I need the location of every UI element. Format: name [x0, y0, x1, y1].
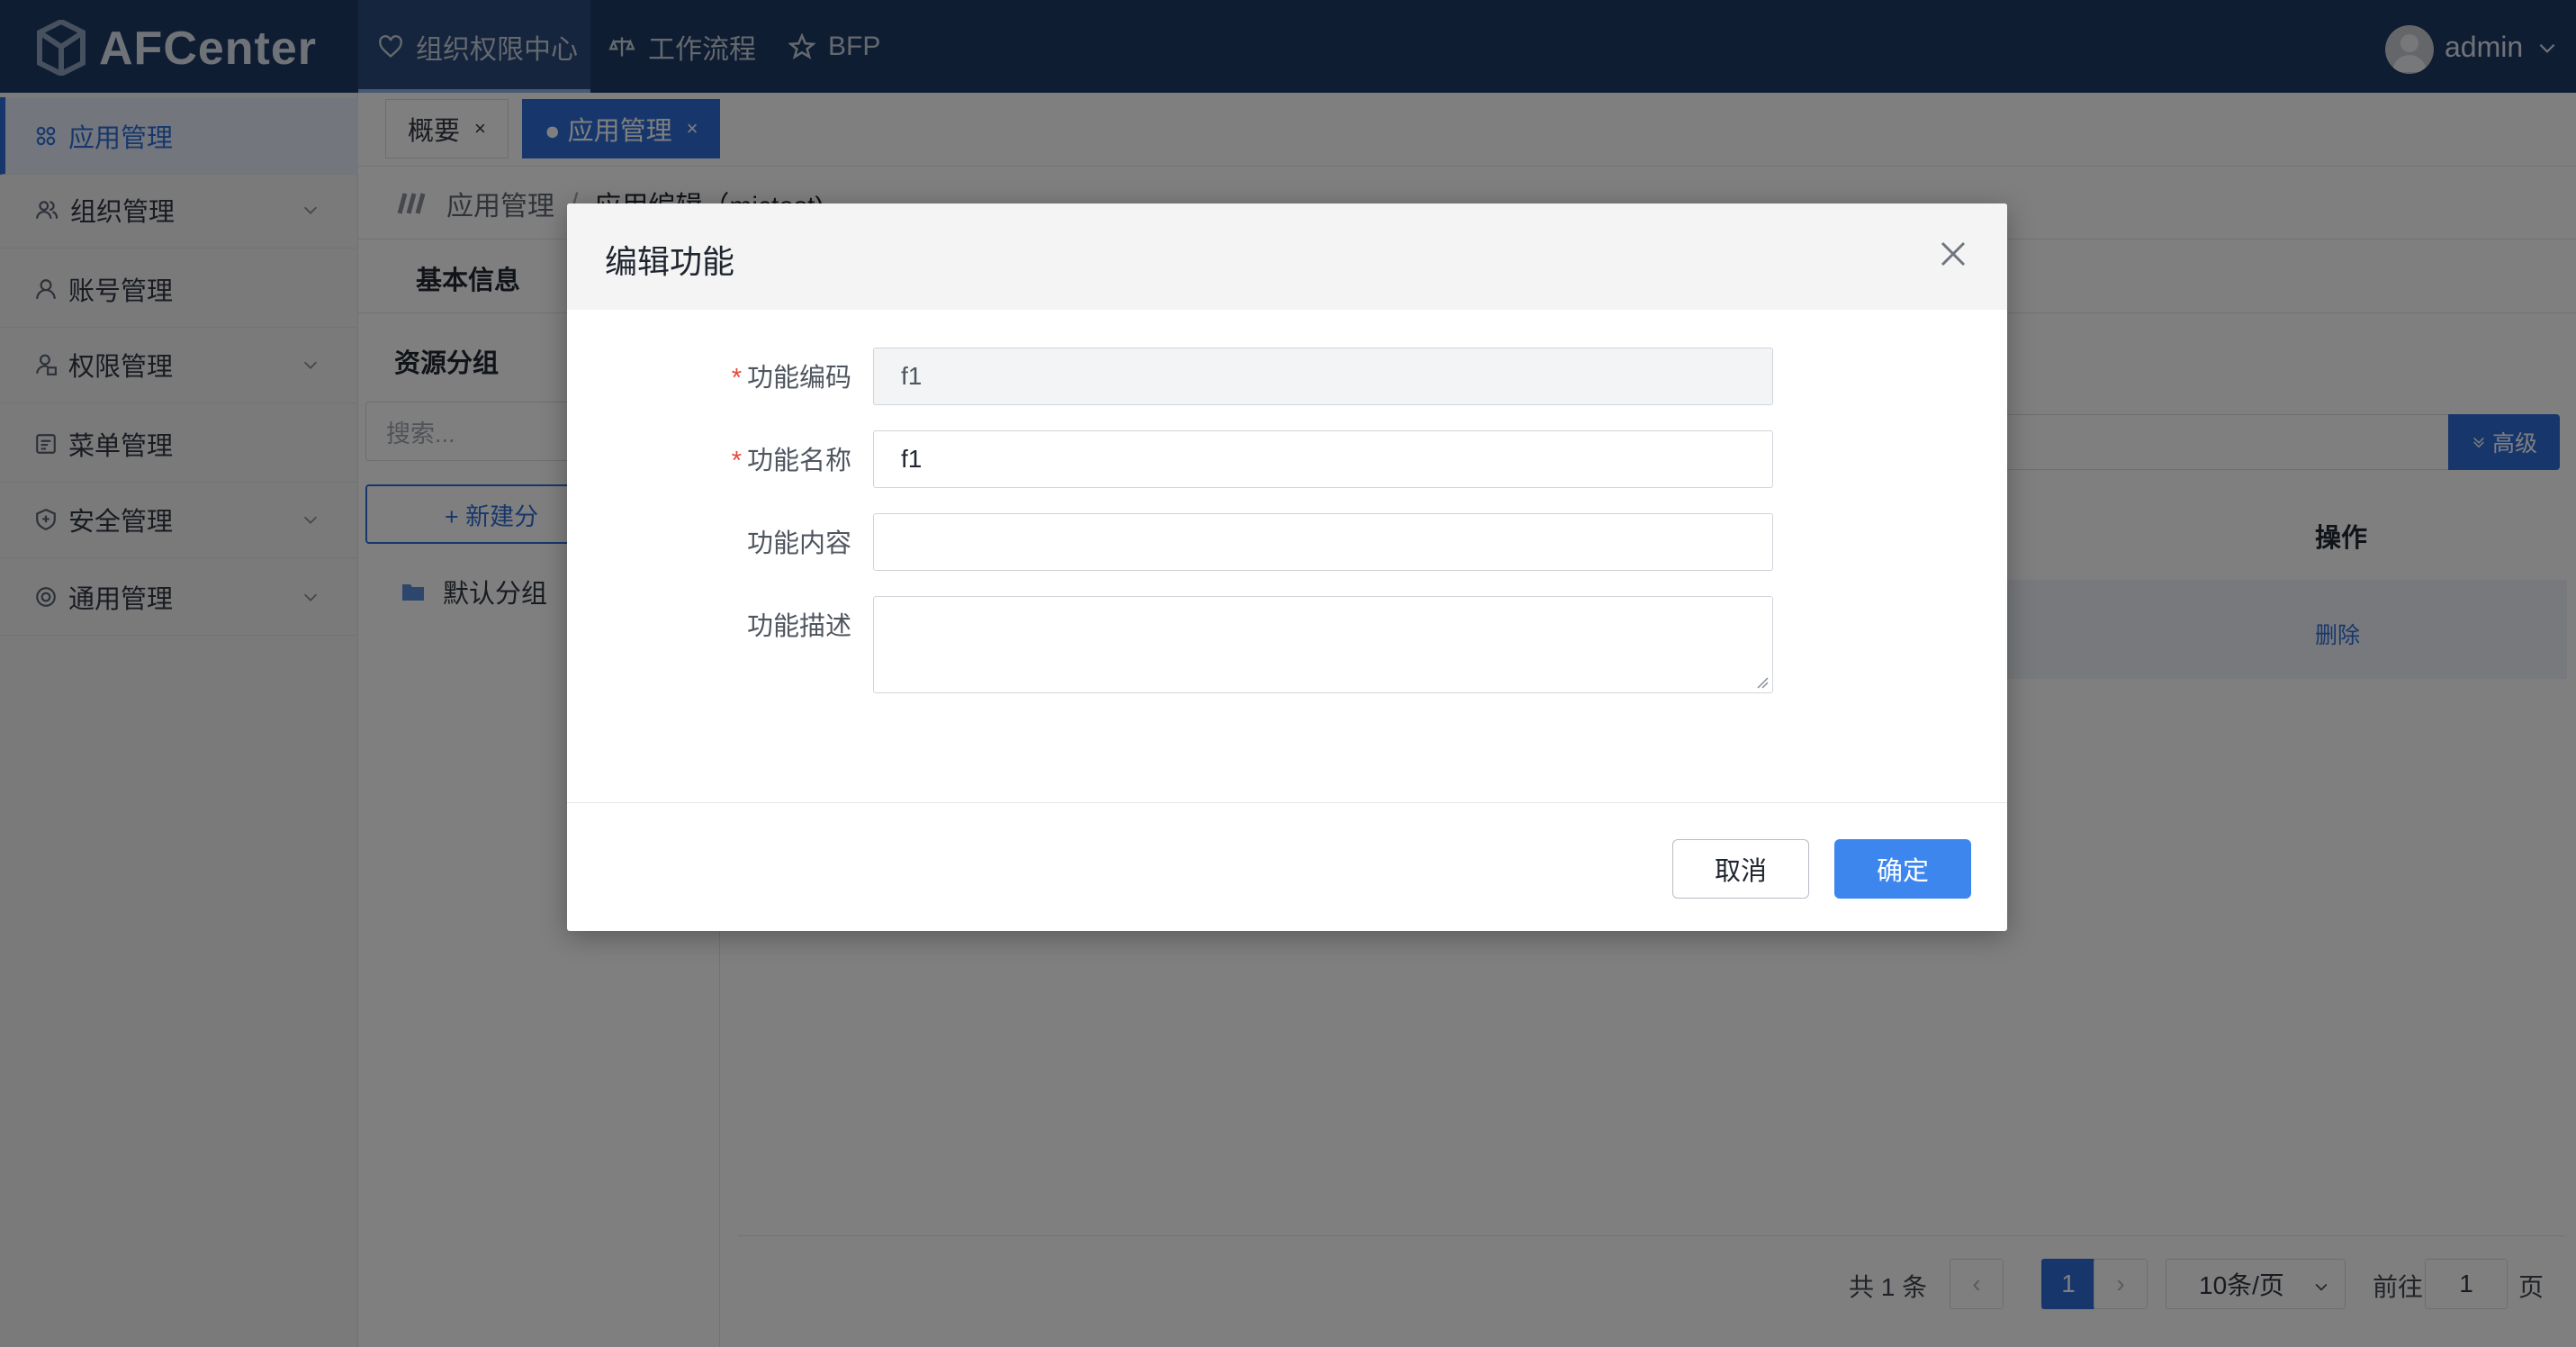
- field-label-function-name: * 功能名称: [581, 439, 851, 477]
- required-mark: *: [731, 364, 742, 393]
- field-label-function-description: 功能描述: [746, 612, 851, 641]
- field-label-text: 功能名称: [746, 447, 851, 475]
- close-icon[interactable]: [1937, 238, 1969, 270]
- function-description-textarea[interactable]: [873, 596, 1773, 693]
- dialog-header: [567, 203, 2007, 310]
- required-mark: *: [731, 447, 742, 475]
- field-label-function-content: 功能内容: [746, 529, 851, 558]
- field-label-function-code: * 功能编码: [581, 357, 851, 394]
- confirm-button[interactable]: 确定: [1834, 839, 1971, 899]
- dialog-title: 编辑功能: [605, 243, 735, 280]
- function-content-input[interactable]: [873, 513, 1773, 571]
- function-name-input[interactable]: f1: [873, 430, 1773, 488]
- resize-handle-icon[interactable]: [1754, 674, 1769, 689]
- divider: [567, 802, 2007, 803]
- function-code-input: f1: [873, 348, 1773, 405]
- field-label-text: 功能编码: [746, 364, 851, 393]
- cancel-button[interactable]: 取消: [1672, 839, 1809, 899]
